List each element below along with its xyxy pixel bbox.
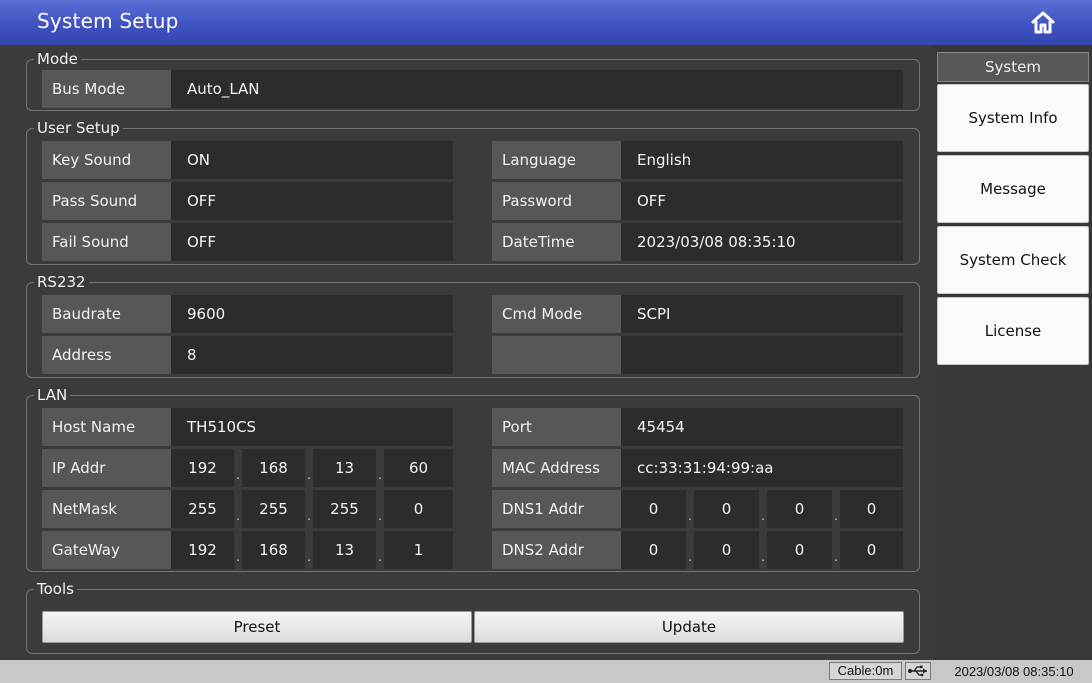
cable-indicator: Cable:0m	[829, 662, 902, 680]
netmask-label: NetMask	[42, 490, 171, 528]
host-name-field[interactable]: TH510CS	[171, 408, 453, 446]
user-setup-group: User Setup Key Sound ON Language English…	[26, 119, 920, 265]
ip-addr-label: IP Addr	[42, 449, 171, 487]
dns2-octet-3[interactable]: 0	[767, 531, 832, 569]
language-label: Language	[492, 141, 621, 179]
dns2-separator: .	[832, 531, 840, 569]
baudrate-field[interactable]: 9600	[171, 295, 453, 333]
baudrate-label: Baudrate	[42, 295, 171, 333]
lan-legend: LAN	[34, 386, 71, 404]
address-label: Address	[42, 336, 171, 374]
key-sound-field[interactable]: ON	[171, 141, 453, 179]
sidebar-header: System	[937, 52, 1089, 82]
pass-sound-label: Pass Sound	[42, 182, 171, 220]
pass-sound-field[interactable]: OFF	[171, 182, 453, 220]
dns1-addr-label: DNS1 Addr	[492, 490, 621, 528]
gateway-separator: .	[234, 531, 242, 569]
dns1-separator: .	[832, 490, 840, 528]
gateway-octet-3[interactable]: 13	[313, 531, 376, 569]
key-sound-label: Key Sound	[42, 141, 171, 179]
gateway-separator: .	[376, 531, 384, 569]
sidebar-item-message[interactable]: Message	[937, 155, 1089, 223]
mode-group: Mode Bus Mode Auto_LAN	[26, 50, 920, 111]
gateway-separator: .	[305, 531, 313, 569]
tools-legend: Tools	[34, 580, 77, 598]
dns2-octet-1[interactable]: 0	[621, 531, 686, 569]
empty-label	[492, 336, 621, 374]
mode-legend: Mode	[34, 50, 81, 68]
fail-sound-field[interactable]: OFF	[171, 223, 453, 261]
tools-group: Tools Preset Update	[26, 580, 920, 654]
ip-octet-2[interactable]: 168	[242, 449, 305, 487]
datetime-label: DateTime	[492, 223, 621, 261]
rs232-legend: RS232	[34, 273, 89, 291]
status-clock: 2023/03/08 08:35:10	[954, 664, 1074, 679]
netmask-octet-3[interactable]: 255	[313, 490, 376, 528]
ip-octet-1[interactable]: 192	[171, 449, 234, 487]
dns1-separator: .	[686, 490, 694, 528]
sidebar-item-system-check[interactable]: System Check	[937, 226, 1089, 294]
home-icon[interactable]	[1030, 10, 1056, 34]
gateway-label: GateWay	[42, 531, 171, 569]
dns1-octet-2[interactable]: 0	[694, 490, 759, 528]
dns1-separator: .	[759, 490, 767, 528]
ip-separator: .	[305, 449, 313, 487]
dns1-octet-1[interactable]: 0	[621, 490, 686, 528]
sidebar: System System Info Message System Check …	[933, 45, 1092, 660]
netmask-separator: .	[376, 490, 384, 528]
language-field[interactable]: English	[621, 141, 903, 179]
page-title: System Setup	[37, 9, 179, 33]
title-bar: System Setup	[0, 0, 1092, 45]
port-field[interactable]: 45454	[621, 408, 903, 446]
gateway-octet-2[interactable]: 168	[242, 531, 305, 569]
mac-address-label: MAC Address	[492, 449, 621, 487]
user-setup-legend: User Setup	[34, 119, 123, 137]
cmd-mode-field[interactable]: SCPI	[621, 295, 903, 333]
netmask-separator: .	[234, 490, 242, 528]
port-label: Port	[492, 408, 621, 446]
preset-button[interactable]: Preset	[42, 611, 472, 643]
empty-field	[621, 336, 903, 374]
dns2-separator: .	[686, 531, 694, 569]
netmask-octet-4[interactable]: 0	[384, 490, 453, 528]
ip-separator: .	[234, 449, 242, 487]
sidebar-item-system-info[interactable]: System Info	[937, 84, 1089, 152]
dns2-separator: .	[759, 531, 767, 569]
ip-octet-3[interactable]: 13	[313, 449, 376, 487]
usb-icon	[905, 662, 931, 680]
bus-mode-label: Bus Mode	[42, 70, 171, 108]
password-field[interactable]: OFF	[621, 182, 903, 220]
netmask-separator: .	[305, 490, 313, 528]
gateway-octet-4[interactable]: 1	[384, 531, 453, 569]
ip-separator: .	[376, 449, 384, 487]
netmask-octet-1[interactable]: 255	[171, 490, 234, 528]
host-name-label: Host Name	[42, 408, 171, 446]
address-field[interactable]: 8	[171, 336, 453, 374]
sidebar-item-license[interactable]: License	[937, 297, 1089, 365]
cmd-mode-label: Cmd Mode	[492, 295, 621, 333]
password-label: Password	[492, 182, 621, 220]
dns1-octet-3[interactable]: 0	[767, 490, 832, 528]
bus-mode-field[interactable]: Auto_LAN	[171, 70, 903, 108]
main-panel: Mode Bus Mode Auto_LAN User Setup Key So…	[0, 45, 933, 660]
netmask-octet-2[interactable]: 255	[242, 490, 305, 528]
rs232-group: RS232 Baudrate 9600 Cmd Mode SCPI Addres…	[26, 273, 920, 378]
update-button[interactable]: Update	[474, 611, 904, 643]
gateway-octet-1[interactable]: 192	[171, 531, 234, 569]
lan-group: LAN Host Name TH510CS Port 45454 IP Addr…	[26, 386, 920, 572]
dns2-addr-label: DNS2 Addr	[492, 531, 621, 569]
ip-octet-4[interactable]: 60	[384, 449, 453, 487]
dns2-octet-2[interactable]: 0	[694, 531, 759, 569]
mac-address-field: cc:33:31:94:99:aa	[621, 449, 903, 487]
status-bar: Cable:0m 2023/03/08 08:35:10	[0, 660, 1092, 683]
dns1-octet-4[interactable]: 0	[840, 490, 903, 528]
datetime-field[interactable]: 2023/03/08 08:35:10	[621, 223, 903, 261]
dns2-octet-4[interactable]: 0	[840, 531, 903, 569]
fail-sound-label: Fail Sound	[42, 223, 171, 261]
